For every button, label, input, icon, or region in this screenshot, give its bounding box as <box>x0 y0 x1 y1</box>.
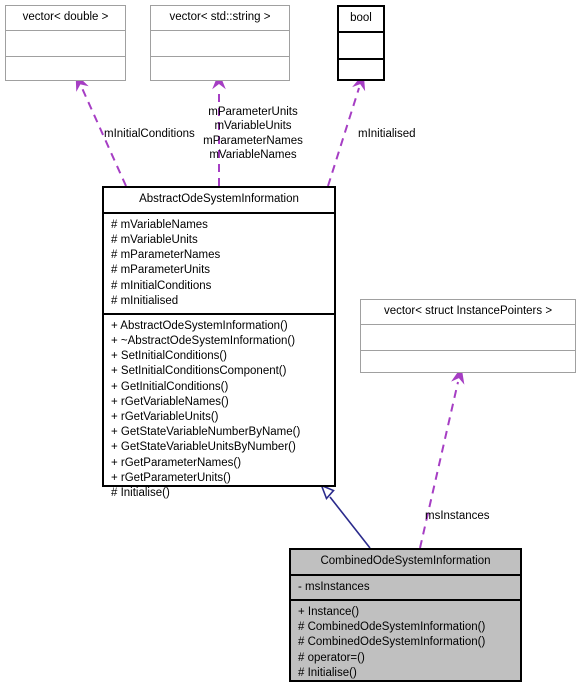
operation-row: # Initialise() <box>298 666 357 679</box>
edge-initialised <box>327 73 366 187</box>
operation-row: + GetStateVariableUnitsByNumber() <box>111 441 296 454</box>
attribute-row: # mParameterUnits <box>111 264 211 277</box>
operation-row: + rGetVariableUnits() <box>111 411 219 423</box>
class-attributes-vector-instance-pointers <box>361 325 575 351</box>
attribute-row: # mParameterNames <box>111 249 221 262</box>
class-title-abstract-ode-system-information: AbstractOdeSystemInformation <box>104 188 334 214</box>
class-title-vector-instance-pointers: vector< struct InstancePointers > <box>361 300 575 325</box>
attribute-row: # mVariableNames <box>111 218 208 231</box>
attribute-row: # mInitialised <box>111 294 179 307</box>
class-attributes-vector-string <box>151 31 289 57</box>
class-box-abstract-ode-system-information[interactable]: AbstractOdeSystemInformation # mVariable… <box>102 186 336 499</box>
class-operations-abstract-ode-system-information: + AbstractOdeSystemInformation() + ~Abst… <box>104 315 334 505</box>
operation-row: # operator=() <box>298 651 365 664</box>
operation-row: + rGetVariableNames() <box>111 395 229 408</box>
class-attributes-vector-double <box>6 31 125 57</box>
class-operations-combined-ode-system-information: + Instance() # CombinedOdeSystemInformat… <box>291 601 520 685</box>
class-title-bool: bool <box>339 7 383 33</box>
edge-label-line-parameter-units: mParameterUnits <box>208 106 298 118</box>
class-operations-bool <box>339 60 383 85</box>
class-operations-vector-string <box>151 57 289 82</box>
class-box-vector-instance-pointers[interactable]: vector< struct InstancePointers > <box>360 299 576 373</box>
class-attributes-combined-ode-system-information: - msInstances <box>291 576 520 602</box>
operation-row: + GetStateVariableNumberByName() <box>111 426 301 439</box>
uml-class-diagram-canvas: vector< double > vector< std::string > b… <box>0 0 581 685</box>
edge-label-line-variable-units: mVariableUnits <box>214 120 292 133</box>
class-attributes-abstract-ode-system-information: # mVariableNames # mVariableUnits # mPar… <box>104 214 334 315</box>
operation-row: # CombinedOdeSystemInformation() <box>298 636 486 649</box>
class-box-combined-ode-system-information[interactable]: CombinedOdeSystemInformation - msInstanc… <box>289 548 522 682</box>
edge-label-initial-conditions: mInitialConditions <box>104 128 195 140</box>
operation-row: + Instance() <box>298 606 360 619</box>
edge-label-ms-instances: msInstances <box>425 510 490 522</box>
class-box-vector-double[interactable]: vector< double > <box>5 5 126 81</box>
operation-row: + rGetParameterNames() <box>111 456 242 469</box>
attribute-row: # mInitialConditions <box>111 279 212 292</box>
class-title-vector-string: vector< std::string > <box>151 6 289 31</box>
edge-label-initialised: mInitialised <box>358 128 416 140</box>
edge-label-line-variable-names: mVariableNames <box>209 149 297 162</box>
operation-row: + SetInitialConditions() <box>111 350 228 363</box>
class-title-vector-double: vector< double > <box>6 6 125 31</box>
operation-row: + rGetParameterUnits() <box>111 471 231 484</box>
attribute-row: - msInstances <box>298 580 370 593</box>
class-operations-vector-instance-pointers <box>361 351 575 376</box>
edge-label-parameter-and-variable: mParameterUnits mVariableUnits mParamete… <box>188 105 318 163</box>
class-box-vector-string[interactable]: vector< std::string > <box>150 5 290 81</box>
operation-row: + SetInitialConditionsComponent() <box>111 365 287 378</box>
operation-row: + GetInitialConditions() <box>111 380 229 393</box>
edge-label-line-parameter-names: mParameterNames <box>203 134 303 147</box>
operation-row: + ~AbstractOdeSystemInformation() <box>111 335 296 348</box>
operation-row: # CombinedOdeSystemInformation() <box>298 621 486 634</box>
attribute-row: # mVariableUnits <box>111 234 198 247</box>
class-box-bool[interactable]: bool <box>337 5 385 81</box>
class-operations-vector-double <box>6 57 125 82</box>
class-title-combined-ode-system-information: CombinedOdeSystemInformation <box>291 550 520 576</box>
operation-row: # Initialise() <box>111 486 170 499</box>
operation-row: + AbstractOdeSystemInformation() <box>111 319 288 332</box>
class-attributes-bool <box>339 33 383 60</box>
